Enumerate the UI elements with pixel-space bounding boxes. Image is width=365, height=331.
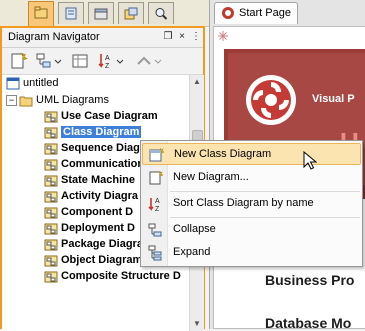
tree-item-label: Use Case Diagram: [61, 110, 158, 122]
tree-root-item[interactable]: untitled: [6, 75, 58, 91]
menu-item-label: Collapse: [173, 223, 216, 235]
tree-diagram-item[interactable]: Activity Diagra: [44, 188, 138, 204]
tree-item-label: Package Diagram: [61, 238, 153, 250]
class-repository-icon: [94, 8, 108, 20]
tree-diagram-item[interactable]: Deployment D: [44, 220, 135, 236]
menu-separator: [170, 191, 360, 192]
magnifier-icon: [155, 8, 168, 20]
tree-item-label: Composite Structure D: [61, 270, 181, 282]
menu-item-label: Expand: [173, 246, 211, 258]
navigator-header: Diagram Navigator ❐ × ⋮: [2, 28, 203, 48]
tree-folder-item[interactable]: − UML Diagrams: [6, 92, 109, 108]
tree-diagram-item[interactable]: Communication: [44, 156, 144, 172]
menu-item-label: New Diagram...: [173, 171, 249, 183]
banner-title: Visual P: [312, 93, 355, 105]
grid-view-icon[interactable]: [70, 51, 90, 71]
navigate-up-icon[interactable]: [134, 51, 154, 71]
tab-start-page[interactable]: Start Page: [214, 2, 298, 24]
scroll-down-icon[interactable]: ▼: [193, 319, 201, 328]
collapse-toggle-icon[interactable]: −: [6, 94, 17, 106]
tree-diagram-item[interactable]: Sequence Diag: [44, 140, 140, 156]
diagram-icon: [44, 255, 58, 267]
tree-diagram-item[interactable]: Package Diagram: [44, 236, 153, 252]
svg-text:A: A: [155, 198, 160, 205]
tree-folder-label: UML Diagrams: [36, 94, 109, 106]
visual-paradigm-logo-icon: [246, 75, 296, 125]
tree-diagram-item[interactable]: Use Case Diagram: [44, 108, 158, 124]
sort-az-icon[interactable]: A Z: [96, 51, 116, 71]
chevron-down-icon[interactable]: [154, 51, 162, 71]
business-process-heading[interactable]: Business Pro: [265, 272, 354, 288]
diagram-navigator-icon: [34, 6, 48, 19]
diagram-icon: [44, 271, 58, 283]
tree-diagram-item[interactable]: Composite Structure D: [44, 268, 181, 284]
chevron-down-icon[interactable]: [116, 51, 124, 71]
new-diagram-icon: [149, 170, 163, 185]
menu-item-expand[interactable]: Expand: [142, 242, 361, 264]
diagram-icon: [44, 191, 58, 203]
menu-item-sort-by-name[interactable]: A Z Sort Class Diagram by name: [142, 193, 361, 215]
svg-text:Z: Z: [155, 206, 160, 212]
tree-item-label: State Machine: [61, 174, 135, 186]
diagram-icon: [44, 127, 58, 139]
tree-item-label: Deployment D: [61, 222, 135, 234]
navigator-title: Diagram Navigator: [8, 31, 100, 43]
diagram-icon: [44, 159, 58, 171]
pin-icon[interactable]: ❐: [162, 31, 174, 43]
tree-diagram-item[interactable]: Object Diagram: [44, 252, 142, 268]
tree-diagram-item[interactable]: State Machine: [44, 172, 135, 188]
menu-item-new-diagram[interactable]: New Diagram...: [142, 167, 361, 189]
tab-diagram-backlog[interactable]: [118, 2, 144, 24]
tab-search[interactable]: [148, 2, 174, 24]
diagram-icon: [44, 111, 58, 123]
menu-separator: [170, 217, 360, 218]
tab-class-repository[interactable]: [88, 2, 114, 24]
diagram-icon: [44, 175, 58, 187]
menu-item-collapse[interactable]: Collapse: [142, 219, 361, 241]
sparkle-icon: [218, 31, 228, 41]
new-class-diagram-icon: [149, 147, 164, 162]
tree-diagram-item[interactable]: Class Diagram: [44, 124, 142, 140]
tree-root-label: untitled: [23, 77, 59, 89]
tree-item-label: Communication: [61, 158, 145, 170]
svg-text:Z: Z: [105, 63, 110, 70]
chevron-down-icon[interactable]: [54, 51, 62, 71]
project-icon: [6, 77, 20, 90]
start-page-tab-label: Start Page: [239, 7, 291, 19]
more-options-icon[interactable]: ⋮: [190, 31, 202, 43]
start-page-icon: [222, 7, 234, 19]
tree-item-label: Sequence Diag: [61, 142, 140, 154]
folder-icon: [19, 96, 33, 107]
tree-item-label: Class Diagram: [61, 126, 142, 138]
diagram-icon: [44, 207, 58, 219]
tab-diagram-navigator[interactable]: [28, 1, 54, 26]
diagram-icon: [44, 143, 58, 155]
diagram-icon: [44, 223, 58, 235]
mouse-cursor-icon: [303, 151, 317, 170]
panel-tab-strip: [0, 0, 209, 27]
menu-item-label: New Class Diagram: [174, 148, 272, 160]
diagram-backlog-icon: [124, 7, 138, 20]
menu-item-label: Sort Class Diagram by name: [173, 197, 314, 209]
model-explorer-icon: [65, 7, 77, 20]
scroll-up-icon[interactable]: ▲: [193, 77, 201, 86]
tree-item-label: Activity Diagra: [61, 190, 139, 202]
navigator-toolbar: A Z: [2, 48, 203, 75]
tree-diagram-item[interactable]: Component D: [44, 204, 133, 220]
menu-item-new-class-diagram[interactable]: New Class Diagram: [142, 143, 361, 165]
diagram-icon: [44, 239, 58, 251]
tree-item-label: Object Diagram: [61, 254, 143, 266]
context-menu: New Class Diagram New Diagram... A Z Sor…: [140, 140, 363, 267]
tree-item-label: Component D: [61, 206, 134, 218]
expand-icon: [148, 245, 162, 261]
svg-text:A: A: [105, 55, 110, 62]
tab-model-explorer[interactable]: [58, 2, 84, 24]
sort-az-icon: A Z: [148, 198, 160, 212]
new-diagram-icon[interactable]: [8, 51, 28, 71]
expand-tree-icon[interactable]: [34, 51, 54, 71]
close-icon[interactable]: ×: [176, 31, 188, 43]
collapse-icon: [148, 223, 162, 237]
